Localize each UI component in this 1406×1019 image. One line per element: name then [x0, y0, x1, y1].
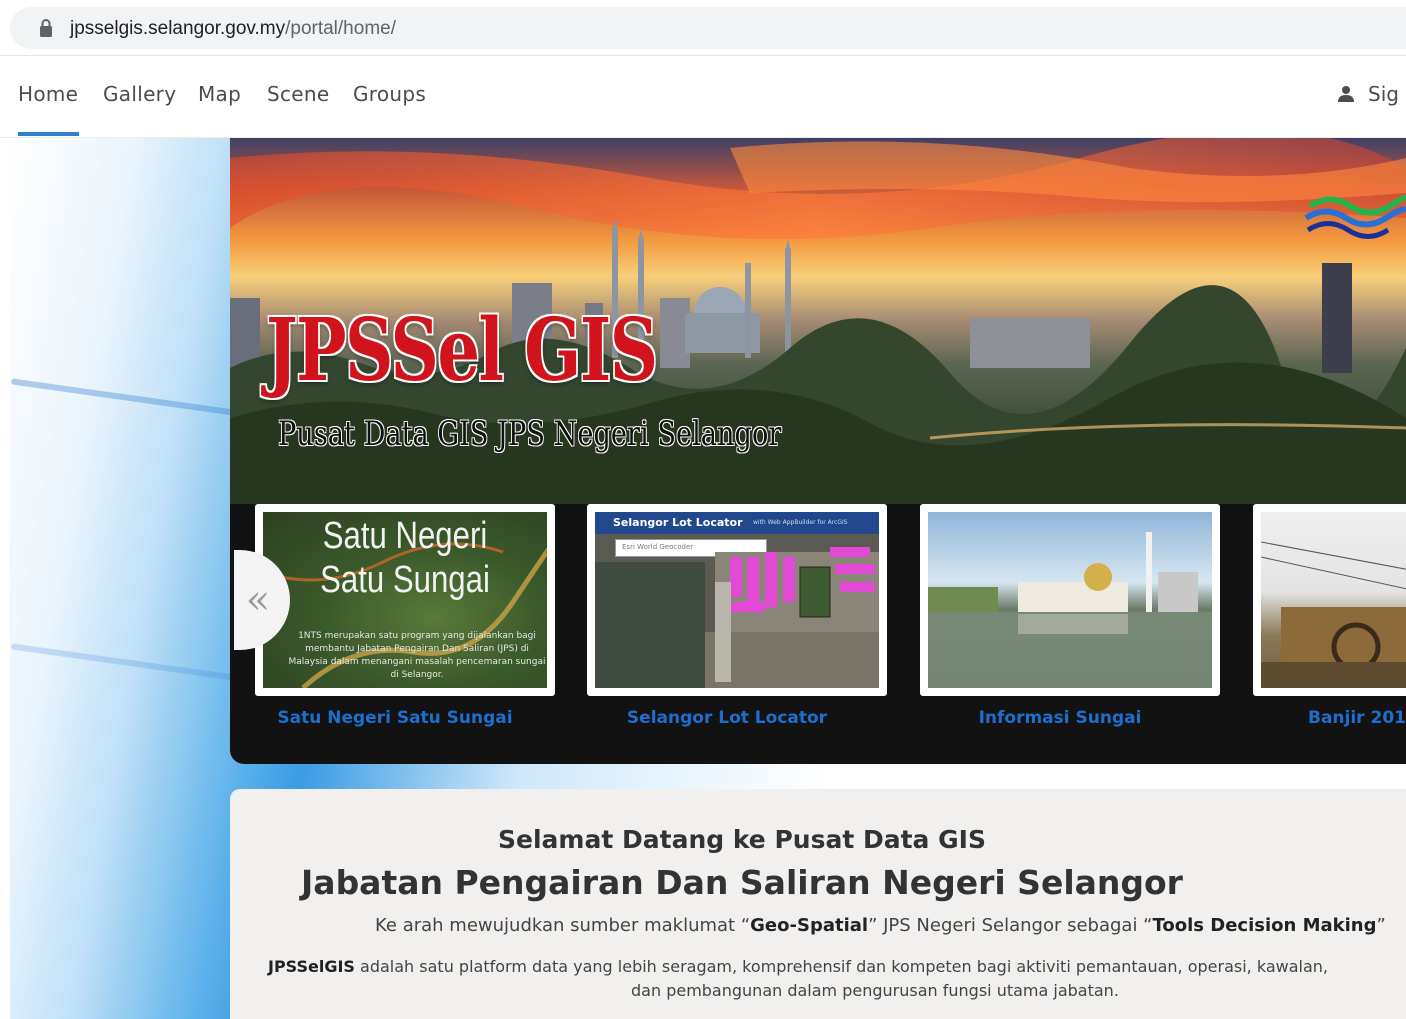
gallery-card[interactable] — [1253, 504, 1406, 696]
welcome-heading: Selamat Datang ke Pusat Data GIS — [498, 825, 986, 854]
tagline-text: ” — [1376, 915, 1386, 936]
nav-scene[interactable]: Scene — [267, 82, 329, 106]
nav-groups[interactable]: Groups — [353, 82, 426, 106]
welcome-description: JPSSelGIS adalah satu platform data yang… — [268, 957, 1328, 976]
description-bold: JPSSelGIS — [268, 957, 355, 976]
card-thumbnail — [928, 512, 1212, 688]
url-path: /portal/home/ — [285, 18, 396, 39]
address-bar[interactable]: jpsselgis.selangor.gov.my/portal/home/ — [10, 7, 1406, 49]
double-chevron-left-icon: « — [245, 577, 271, 623]
card-thumbnail: Satu Negeri Satu Sungai 1NTS merupakan s… — [263, 512, 547, 688]
card-caption[interactable]: Informasi Sungai — [920, 708, 1200, 728]
card-caption[interactable]: Banjir 201 — [1308, 708, 1406, 728]
url-text[interactable]: jpsselgis.selangor.gov.my/portal/home/ — [70, 18, 396, 40]
welcome-title: Jabatan Pengairan Dan Saliran Negeri Sel… — [301, 863, 1183, 902]
thumb-title: Satu Negeri Satu Sungai — [320, 515, 490, 601]
tagline-bold: Tools Decision Making — [1152, 915, 1377, 936]
flood-illustration — [1261, 541, 1406, 688]
tagline-text: Ke arah mewujudkan sumber maklumat “ — [375, 915, 751, 936]
mosque-illustration — [928, 532, 1212, 688]
hero-banner: JPSSel GIS Pusat Data GIS JPS Negeri Sel… — [230, 138, 1406, 504]
gallery-card[interactable]: Selangor Lot Locator with Web AppBuilder… — [587, 504, 887, 696]
welcome-tagline: Ke arah mewujudkan sumber maklumat “Geo-… — [375, 915, 1386, 936]
card-thumbnail: Selangor Lot Locator with Web AppBuilder… — [595, 512, 879, 688]
lock-icon — [40, 19, 52, 37]
sign-in-link[interactable]: Sig — [1368, 82, 1399, 106]
card-thumbnail — [1261, 512, 1406, 688]
gallery-carousel: Satu Negeri Satu Sungai 1NTS merupakan s… — [230, 504, 1406, 764]
nav-home[interactable]: Home — [18, 82, 78, 106]
user-icon[interactable] — [1337, 85, 1355, 103]
hero-title: JPSSel GIS — [266, 300, 658, 401]
nav-map[interactable]: Map — [198, 82, 241, 106]
welcome-section: Selamat Datang ke Pusat Data GIS Jabatan… — [230, 789, 1406, 1019]
gallery-card[interactable]: Satu Negeri Satu Sungai 1NTS merupakan s… — [255, 504, 555, 696]
card-caption[interactable]: Selangor Lot Locator — [587, 708, 867, 728]
thumb-text: 1NTS merupakan satu program yang dijalan… — [288, 631, 546, 680]
url-host: jpsselgis.selangor.gov.my — [70, 18, 286, 39]
hero-subtitle: Pusat Data GIS JPS Negeri Selangor — [278, 414, 782, 454]
gallery-card[interactable] — [920, 504, 1220, 696]
active-tab-indicator — [18, 132, 79, 136]
nav-gallery[interactable]: Gallery — [103, 82, 176, 106]
tagline-text: ” JPS Negeri Selangor sebagai “ — [868, 915, 1153, 936]
toolbar-divider — [0, 55, 1406, 56]
welcome-description-cont: dan pembangunan dalam pengurusan fungsi … — [631, 981, 1119, 1000]
map-illustration — [595, 547, 879, 688]
description-text: adalah satu platform data yang lebih ser… — [354, 957, 1328, 976]
card-caption[interactable]: Satu Negeri Satu Sungai — [255, 708, 535, 728]
tagline-bold: Geo-Spatial — [750, 915, 869, 936]
